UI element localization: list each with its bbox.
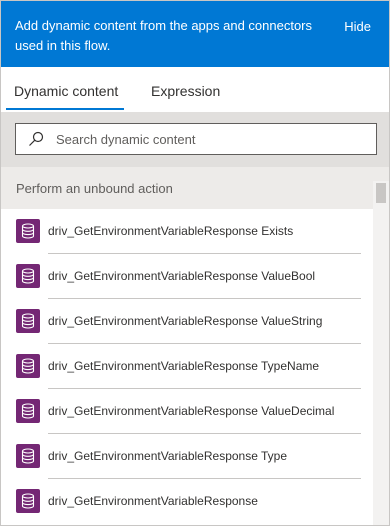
database-icon — [16, 309, 40, 333]
scrollbar-top-gap — [373, 167, 389, 181]
scrollbar[interactable] — [373, 181, 389, 525]
list-item-label: driv_GetEnvironmentVariableResponse Type… — [48, 359, 320, 373]
database-icon — [16, 444, 40, 468]
list-item[interactable]: driv_GetEnvironmentVariableResponse Valu… — [1, 299, 373, 344]
info-banner: Add dynamic content from the apps and co… — [1, 1, 389, 67]
list-item[interactable]: driv_GetEnvironmentVariableResponse Type — [1, 434, 373, 479]
database-icon — [16, 219, 40, 243]
search-area — [1, 112, 389, 167]
active-tab-indicator — [6, 108, 124, 110]
list-item[interactable]: driv_GetEnvironmentVariableResponse Valu… — [1, 254, 373, 299]
section-header[interactable]: Perform an unbound action — [1, 167, 389, 209]
database-icon — [16, 264, 40, 288]
list-item-label: driv_GetEnvironmentVariableResponse Exis… — [48, 224, 294, 238]
section-title: Perform an unbound action — [16, 181, 173, 196]
search-box[interactable] — [15, 123, 377, 155]
list-item-label: driv_GetEnvironmentVariableResponse Valu… — [48, 269, 316, 283]
dynamic-content-panel: Add dynamic content from the apps and co… — [0, 0, 390, 526]
tab-expression[interactable]: Expression — [151, 82, 220, 100]
list-item[interactable]: driv_GetEnvironmentVariableResponse Valu… — [1, 389, 373, 434]
search-input[interactable] — [56, 129, 366, 149]
list-item-label: driv_GetEnvironmentVariableResponse Type — [48, 449, 288, 463]
tab-bar: Dynamic content Expression — [1, 67, 389, 112]
tab-dynamic-content[interactable]: Dynamic content — [14, 82, 118, 100]
database-icon — [16, 354, 40, 378]
list-item-label: driv_GetEnvironmentVariableResponse Valu… — [48, 314, 323, 328]
database-icon — [16, 399, 40, 423]
search-icon — [28, 131, 44, 147]
list-item[interactable]: driv_GetEnvironmentVariableResponse Type… — [1, 344, 373, 389]
list-item[interactable]: driv_GetEnvironmentVariableResponse — [1, 479, 373, 524]
list-item-label: driv_GetEnvironmentVariableResponse — [48, 494, 258, 508]
scrollbar-thumb[interactable] — [376, 183, 386, 203]
dynamic-content-list: driv_GetEnvironmentVariableResponse Exis… — [1, 209, 373, 525]
banner-message: Add dynamic content from the apps and co… — [15, 18, 313, 53]
database-icon — [16, 489, 40, 513]
hide-button[interactable]: Hide — [344, 18, 371, 36]
list-item-label: driv_GetEnvironmentVariableResponse Valu… — [48, 404, 335, 418]
list-item[interactable]: driv_GetEnvironmentVariableResponse Exis… — [1, 209, 373, 254]
